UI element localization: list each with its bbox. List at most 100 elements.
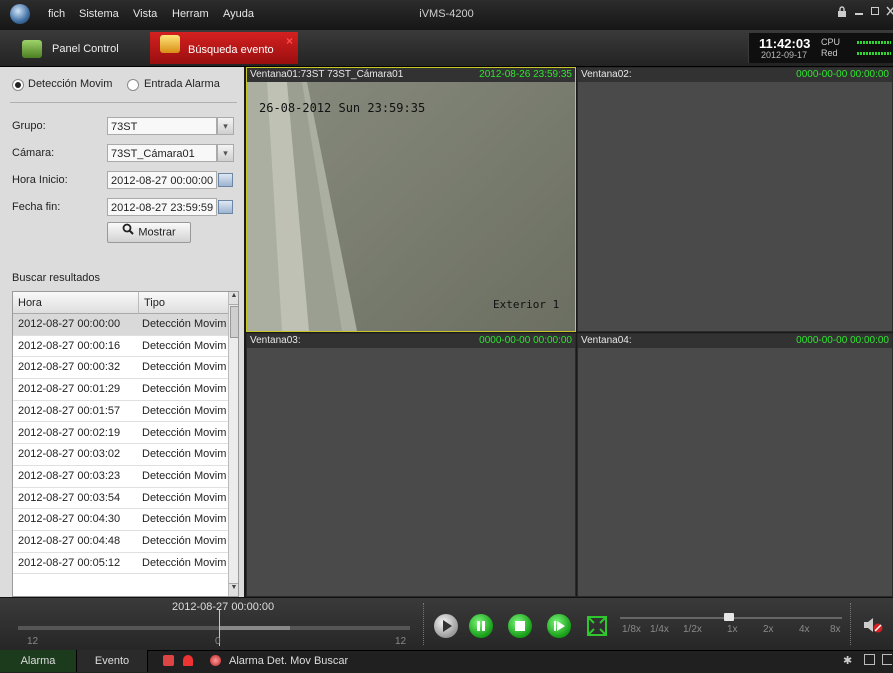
scroll-up-icon[interactable]: ▲ — [229, 292, 238, 305]
window-4-time: 0000-00-00 00:00:00 — [796, 335, 889, 346]
table-row[interactable]: 2012-08-27 00:00:00 Detección Movim — [13, 314, 228, 336]
osd-timestamp: 26-08-2012 Sun 23:59:35 — [259, 101, 426, 115]
fullscreen-icon[interactable] — [585, 614, 609, 638]
window-2-time: 0000-00-00 00:00:00 — [796, 69, 889, 80]
timeline-right-label: 12 — [395, 636, 407, 647]
start-time-label: Hora Inicio: — [12, 174, 68, 186]
speed-slider-thumb[interactable] — [724, 613, 734, 621]
window-icon[interactable] — [864, 654, 875, 665]
row-tipo: Detección Movim — [142, 491, 227, 504]
video-window-2[interactable]: Ventana02: 0000-00-00 00:00:00 — [577, 67, 893, 332]
cpu-label: CPU — [821, 37, 841, 47]
speed-label[interactable]: 8x — [830, 624, 841, 635]
tab-evento[interactable]: Evento — [77, 650, 148, 672]
osd-camera-name: Exterior 1 — [493, 298, 560, 311]
start-time-input[interactable]: 2012-08-27 00:00:00 — [107, 171, 217, 189]
group-select[interactable]: 73ST — [107, 117, 217, 135]
radio-motion-label: Detección Movim — [28, 78, 113, 90]
row-tipo: Detección Movim — [142, 448, 227, 461]
radio-motion[interactable] — [12, 79, 24, 91]
step-forward-button[interactable] — [547, 614, 571, 638]
row-tipo: Detección Movim — [142, 513, 227, 526]
table-row[interactable]: 2012-08-27 00:00:32 Detección Movim — [13, 357, 228, 380]
search-button[interactable]: Mostrar — [107, 222, 191, 243]
row-hora: 2012-08-27 00:03:02 — [18, 448, 121, 461]
window-4-name: Ventana04: — [581, 335, 632, 346]
speed-label[interactable]: 1/2x — [683, 624, 702, 635]
video-window-3[interactable]: Ventana03: 0000-00-00 00:00:00 — [246, 333, 576, 597]
camera-select[interactable]: 73ST_Cámara01 — [107, 144, 217, 162]
row-tipo: Detección Movim — [142, 383, 227, 396]
expand-icon[interactable] — [882, 654, 892, 665]
app-title: iVMS-4200 — [419, 8, 474, 20]
speed-label[interactable]: 1/4x — [650, 624, 669, 635]
end-time-input[interactable]: 2012-08-27 23:59:59 — [107, 198, 217, 216]
table-row[interactable]: 2012-08-27 00:01:57 Detección Movim — [13, 401, 228, 423]
play-button[interactable] — [434, 614, 458, 638]
pause-button[interactable] — [469, 614, 493, 638]
results-scrollbar[interactable]: ▲ ▼ — [228, 292, 238, 596]
column-header-tipo[interactable]: Tipo — [138, 292, 228, 314]
divider — [10, 102, 237, 103]
row-tipo: Detección Movim — [142, 469, 227, 482]
lock-icon[interactable] — [836, 6, 848, 18]
table-row[interactable]: 2012-08-27 00:05:12 Detección Movim — [13, 553, 228, 575]
table-row[interactable]: 2012-08-27 00:03:54 Detección Movim — [13, 488, 228, 510]
table-row[interactable]: 2012-08-27 00:02:19 Detección Movim — [13, 423, 228, 445]
row-hora: 2012-08-27 00:05:12 — [18, 556, 121, 569]
camera-feed-image — [247, 82, 575, 331]
table-row[interactable]: 2012-08-27 00:03:02 Detección Movim — [13, 444, 228, 466]
group-label: Grupo: — [12, 120, 46, 132]
tab-close-icon[interactable]: × — [286, 34, 293, 48]
search-button-label: Mostrar — [138, 226, 176, 239]
calendar-icon[interactable] — [218, 200, 233, 214]
speed-label[interactable]: 1/8x — [622, 624, 641, 635]
search-event-icon — [160, 35, 180, 53]
row-hora: 2012-08-27 00:00:32 — [18, 361, 121, 374]
chevron-down-icon[interactable]: ▾ — [217, 144, 234, 162]
tab-busqueda-evento-label: Búsqueda evento — [188, 44, 274, 56]
table-row[interactable]: 2012-08-27 00:01:29 Detección Movim — [13, 379, 228, 401]
tab-panel-control[interactable]: Panel Control — [10, 36, 142, 62]
table-row[interactable]: 2012-08-27 00:00:16 Detección Movim — [13, 336, 228, 358]
row-hora: 2012-08-27 00:03:54 — [18, 491, 121, 504]
column-header-hora[interactable]: Hora — [13, 292, 138, 314]
row-tipo: Detección Movim — [142, 318, 227, 330]
speed-label[interactable]: 4x — [799, 624, 810, 635]
magnifier-icon — [122, 223, 135, 242]
row-hora: 2012-08-27 00:02:19 — [18, 426, 121, 439]
calendar-icon[interactable] — [218, 173, 233, 187]
panel-control-icon — [22, 40, 42, 58]
timeline-track[interactable] — [18, 626, 410, 630]
row-tipo: Detección Movim — [142, 361, 227, 374]
bell-icon[interactable] — [183, 655, 193, 666]
video-window-1[interactable]: Ventana01:73ST 73ST_Cámara01 2012-08-26 … — [246, 67, 576, 332]
table-row[interactable]: 2012-08-27 00:03:23 Detección Movim — [13, 466, 228, 488]
scroll-thumb[interactable] — [230, 306, 238, 338]
alarm-icon[interactable] — [163, 655, 174, 666]
table-row[interactable]: 2012-08-27 00:04:48 Detección Movim — [13, 531, 228, 553]
stop-button[interactable] — [508, 614, 532, 638]
timeline-mid-label: 0 — [215, 636, 221, 647]
scroll-down-icon[interactable]: ▼ — [229, 583, 238, 596]
mute-icon[interactable] — [862, 615, 884, 635]
maximize-icon[interactable] — [869, 6, 881, 18]
radio-alarm-input[interactable] — [127, 79, 139, 91]
net-label: Red — [821, 48, 838, 58]
results-title: Buscar resultados — [12, 272, 101, 284]
video-window-4[interactable]: Ventana04: 0000-00-00 00:00:00 — [577, 333, 893, 597]
close-icon[interactable] — [884, 6, 893, 18]
speed-label[interactable]: 1x — [727, 624, 738, 635]
tab-alarma[interactable]: Alarma — [0, 650, 77, 672]
tab-busqueda-evento[interactable]: Búsqueda evento × — [150, 32, 298, 64]
row-tipo: Detección Movim — [142, 426, 227, 439]
minimize-icon[interactable] — [853, 6, 865, 18]
chevron-down-icon[interactable]: ▾ — [217, 117, 234, 135]
clock-date: 2012-09-17 — [761, 50, 808, 60]
row-hora: 2012-08-27 00:01:57 — [18, 404, 121, 417]
table-row[interactable]: 2012-08-27 00:04:30 Detección Movim — [13, 509, 228, 531]
radio-alarm-label: Entrada Alarma — [144, 78, 220, 90]
speed-label[interactable]: 2x — [763, 624, 774, 635]
pin-icon[interactable]: ✱ — [843, 654, 855, 667]
row-hora: 2012-08-27 00:00:16 — [18, 339, 121, 352]
